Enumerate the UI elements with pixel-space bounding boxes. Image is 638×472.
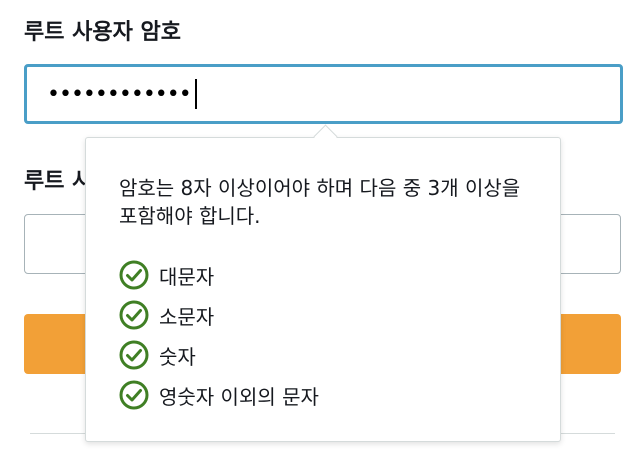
check-circle-icon (119, 260, 149, 290)
root-password-page: 루트 사용자 암호 •••••••••••• 루트 사 암호는 8자 이상이어야… (0, 0, 638, 472)
requirements-description: 암호는 8자 이상이어야 하며 다음 중 3개 이상을 포함해야 합니다. (119, 176, 521, 228)
check-circle-icon (119, 380, 149, 410)
requirement-label: 영숫자 이외의 문자 (159, 384, 319, 409)
root-password-input[interactable]: •••••••••••• (24, 64, 623, 124)
requirement-item-uppercase: 대문자 (119, 255, 319, 295)
requirement-label: 대문자 (159, 264, 215, 289)
check-circle-icon (119, 300, 149, 330)
requirement-label: 숫자 (159, 344, 196, 369)
confirm-password-label: 루트 사 (24, 169, 93, 194)
requirement-item-special-char: 영숫자 이외의 문자 (119, 375, 319, 415)
password-requirements-popover: 암호는 8자 이상이어야 하며 다음 중 3개 이상을 포함해야 합니다. 대문… (85, 137, 561, 442)
root-password-label: 루트 사용자 암호 (24, 20, 181, 45)
requirement-label: 소문자 (159, 304, 215, 329)
root-password-value: •••••••••••• (47, 81, 192, 107)
requirement-item-number: 숫자 (119, 335, 319, 375)
text-caret (194, 79, 197, 109)
check-circle-icon (119, 340, 149, 370)
requirements-list: 대문자 소문자 숫자 영숫자 이외의 문자 (119, 255, 319, 415)
requirement-item-lowercase: 소문자 (119, 295, 319, 335)
